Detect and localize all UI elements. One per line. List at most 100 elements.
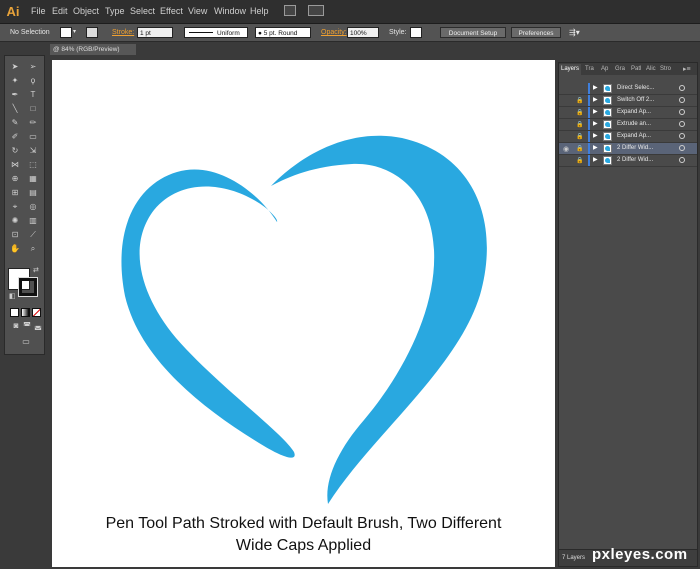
graphic-style-swatch[interactable] [410,27,422,38]
free-transform-tool-icon[interactable]: ⬚ [27,159,39,170]
layer-name[interactable]: Direct Selec... [617,83,675,94]
target-circle-icon[interactable] [679,157,685,163]
lock-icon[interactable]: 🔒 [576,108,584,119]
menu-edit[interactable]: Edit [52,4,68,18]
tab-gradient[interactable]: Gra [615,64,625,75]
blob-brush-tool-icon[interactable]: ✐ [9,131,21,142]
expand-triangle-icon[interactable]: ▶ [593,107,601,118]
rotate-tool-icon[interactable]: ↻ [9,145,21,156]
layer-row[interactable]: 🔒 ▶ Switch Off 2... [559,95,697,107]
lock-icon[interactable]: 🔒 [576,132,584,143]
tab-stroke[interactable]: Stro [660,64,671,75]
scale-tool-icon[interactable]: ⇲ [27,145,39,156]
layer-row[interactable]: 🔒 ▶ Extrude an... [559,119,697,131]
document-setup-button[interactable]: Document Setup [440,27,506,38]
width-tool-icon[interactable]: ⋈ [9,159,21,170]
eye-icon[interactable]: ◉ [563,144,572,155]
layer-name[interactable]: 2 Differ Wid... [617,155,675,166]
target-circle-icon[interactable] [679,85,685,91]
default-fill-stroke-icon[interactable]: ◧ [9,292,16,300]
variable-width-profile-dropdown[interactable]: Uniform [184,27,248,38]
menu-effect[interactable]: Effect [160,4,183,18]
bridge-icon[interactable] [284,5,296,16]
type-tool-icon[interactable]: T [27,89,39,100]
perspective-grid-tool-icon[interactable]: ▦ [27,173,39,184]
eyedropper-tool-icon[interactable]: ⌖ [9,201,21,212]
expand-triangle-icon[interactable]: ▶ [593,119,601,130]
opacity-field[interactable]: 100% [347,27,379,38]
layer-row[interactable]: ▶ Direct Selec... [559,83,697,95]
arrange-documents-icon[interactable] [308,5,324,16]
none-mode-icon[interactable] [32,308,41,317]
artboard-tool-icon[interactable]: ⊡ [9,229,21,240]
menu-type[interactable]: Type [105,4,125,18]
swap-fill-stroke-icon[interactable]: ⇄ [33,266,39,274]
symbol-sprayer-tool-icon[interactable]: ✺ [9,215,21,226]
expand-triangle-icon[interactable]: ▶ [593,95,601,106]
tab-layers[interactable]: Layers [559,64,582,75]
gradient-tool-icon[interactable]: ▤ [27,187,39,198]
pen-tool-icon[interactable]: ✒ [9,89,21,100]
zoom-tool-icon[interactable]: ⌕ [27,243,39,254]
direct-selection-tool-icon[interactable]: ➢ [27,61,39,72]
layer-name[interactable]: 2 Differ Wid... [617,143,675,154]
eraser-tool-icon[interactable]: ▭ [27,131,39,142]
draw-inside-icon[interactable]: ◛ [32,320,44,331]
expand-triangle-icon[interactable]: ▶ [593,155,601,166]
lock-icon[interactable]: 🔒 [576,156,584,167]
selection-tool-icon[interactable]: ➤ [9,61,21,72]
fill-swatch[interactable] [60,27,72,38]
menu-object[interactable]: Object [73,4,99,18]
document-tab[interactable]: @ 84% (RGB/Preview) [50,44,136,55]
stroke-swatch[interactable] [86,27,98,38]
hand-tool-icon[interactable]: ✋ [9,243,21,254]
lock-icon[interactable]: 🔒 [576,120,584,131]
artboard[interactable] [52,60,555,567]
heart-left-stroke[interactable] [121,169,295,458]
layer-name[interactable]: Switch Off 2... [617,95,675,106]
target-circle-icon[interactable] [679,121,685,127]
stroke-label[interactable]: Stroke: [112,27,134,38]
shape-builder-tool-icon[interactable]: ⊕ [9,173,21,184]
magic-wand-tool-icon[interactable]: ✦ [9,75,21,86]
opacity-label[interactable]: Opacity: [321,27,347,38]
target-circle-icon[interactable] [679,133,685,139]
column-graph-tool-icon[interactable]: ▥ [27,215,39,226]
heart-right-stroke[interactable] [271,135,487,504]
expand-triangle-icon[interactable]: ▶ [593,131,601,142]
menu-view[interactable]: View [188,4,207,18]
menu-file[interactable]: File [31,4,46,18]
layer-row[interactable]: 🔒 ▶ Expand Ap... [559,131,697,143]
layer-row[interactable]: ◉ 🔒 ▶ 2 Differ Wid... [559,143,697,155]
align-options-icon[interactable]: ⇶▾ [569,27,580,38]
pencil-tool-icon[interactable]: ✏ [27,117,39,128]
target-circle-icon[interactable] [679,145,685,151]
panel-menu-icon[interactable]: ▸≡ [683,64,691,75]
brush-definition-dropdown[interactable]: ● 5 pt. Round [255,27,311,38]
expand-triangle-icon[interactable]: ▶ [593,143,601,154]
blend-tool-icon[interactable]: ◎ [27,201,39,212]
screen-mode-icon[interactable]: ▭ [19,336,33,347]
line-tool-icon[interactable]: ╲ [9,103,21,114]
fill-dropdown-arrow-icon[interactable]: ▾ [73,27,78,38]
paintbrush-tool-icon[interactable]: ✎ [9,117,21,128]
menu-help[interactable]: Help [250,4,269,18]
preferences-button[interactable]: Preferences [511,27,561,38]
target-circle-icon[interactable] [679,97,685,103]
tab-transparency[interactable]: Tra [585,64,594,75]
tab-pathfinder[interactable]: Patl [631,64,641,75]
lock-icon[interactable]: 🔒 [576,144,584,155]
lasso-tool-icon[interactable]: ϙ [27,75,39,86]
tab-align[interactable]: Alic [646,64,656,75]
layer-name[interactable]: Expand Ap... [617,131,675,142]
gradient-mode-icon[interactable] [21,308,30,317]
heart-artwork[interactable] [52,60,555,567]
layer-name[interactable]: Expand Ap... [617,107,675,118]
color-mode-icon[interactable] [10,308,19,317]
menu-window[interactable]: Window [214,4,246,18]
stroke-weight-field[interactable]: 1 pt [137,27,173,38]
stroke-color-box[interactable] [18,277,38,297]
mesh-tool-icon[interactable]: ⊞ [9,187,21,198]
lock-icon[interactable]: 🔒 [576,96,584,107]
target-circle-icon[interactable] [679,109,685,115]
